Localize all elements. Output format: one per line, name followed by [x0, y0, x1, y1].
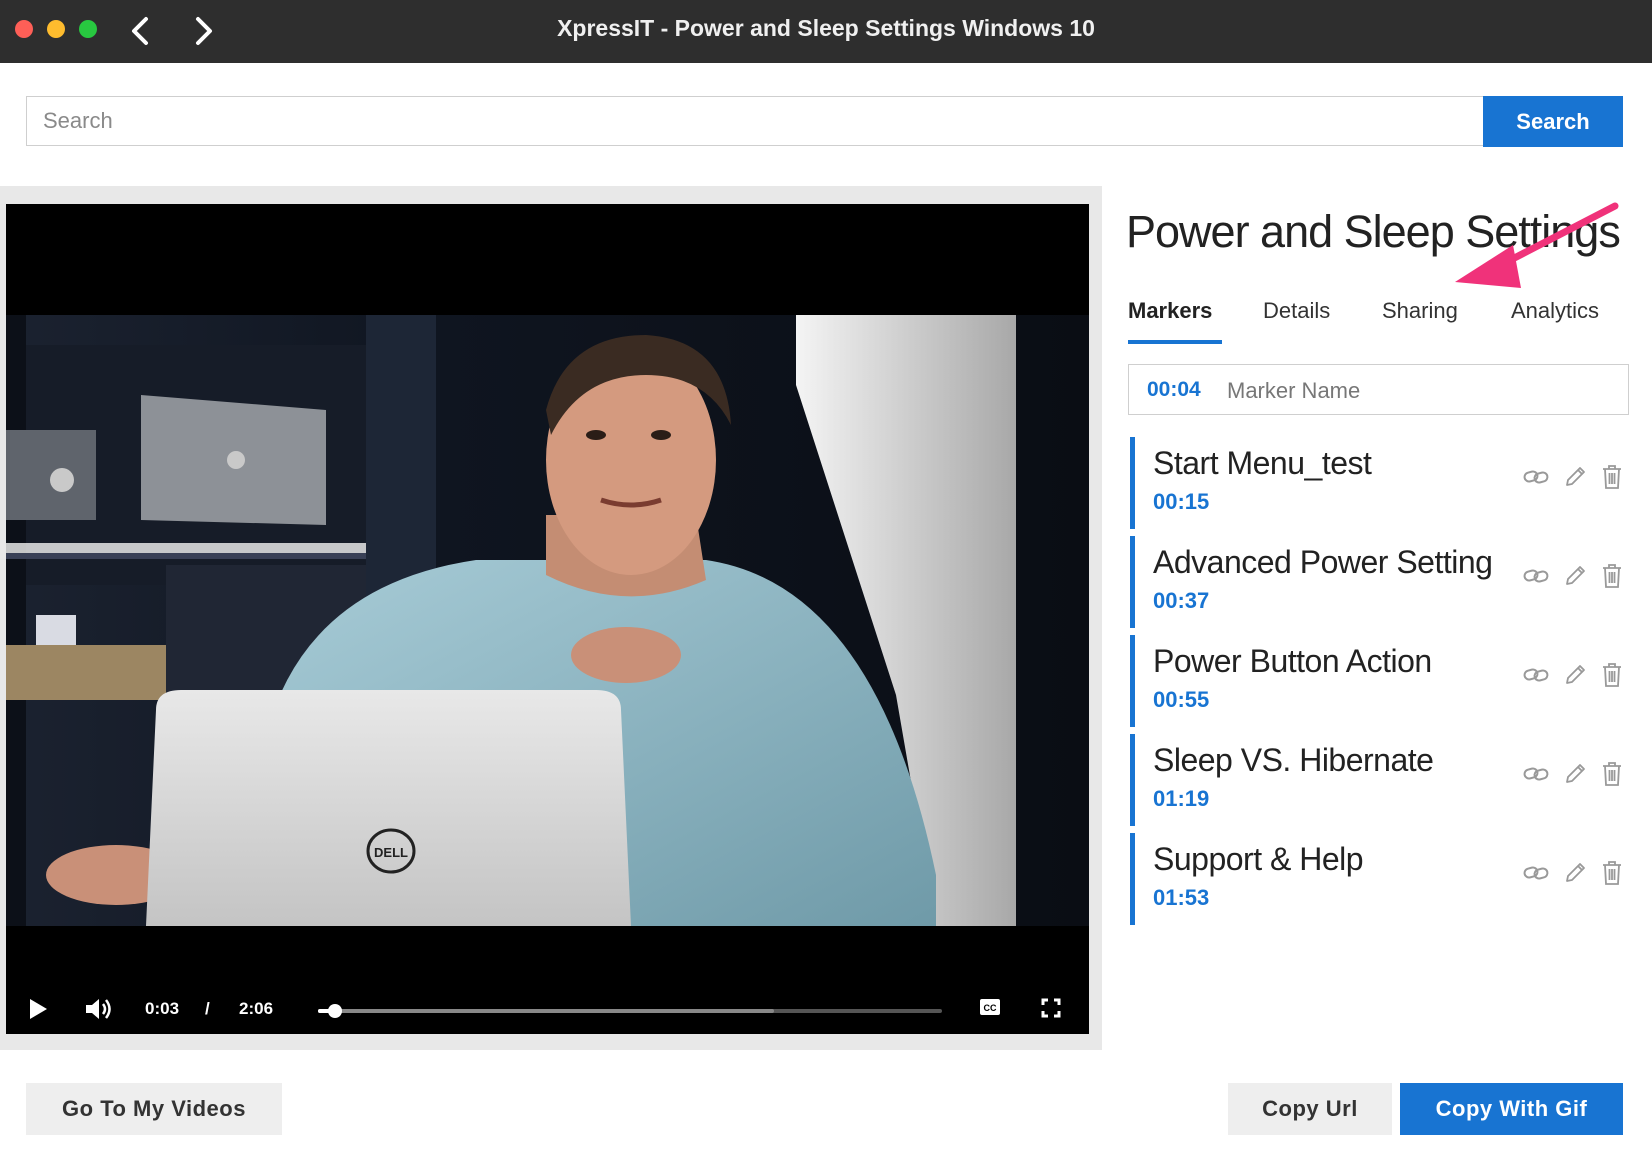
zoom-window-button[interactable]: [79, 20, 97, 38]
tab-sharing[interactable]: Sharing: [1382, 298, 1458, 324]
forward-button[interactable]: [186, 13, 222, 49]
window-titlebar: XpressIT - Power and Sleep Settings Wind…: [0, 0, 1652, 63]
tab-markers[interactable]: Markers: [1128, 298, 1212, 324]
link-icon: [1523, 569, 1549, 583]
marker-delete-button[interactable]: [1598, 562, 1626, 590]
marker-item[interactable]: Start Menu_test 00:15: [1130, 437, 1635, 529]
video-player[interactable]: DELL: [6, 204, 1089, 985]
duration: 2:06: [239, 999, 274, 1018]
marker-name: Start Menu_test: [1153, 445, 1372, 481]
marker-name: Support & Help: [1153, 841, 1364, 877]
marker-link-button[interactable]: [1522, 661, 1550, 689]
trash-icon: [1603, 762, 1621, 786]
marker-edit-button[interactable]: [1561, 859, 1589, 887]
trash-icon: [1603, 465, 1621, 489]
marker-time: 01:19: [1153, 786, 1210, 811]
volume-icon: [86, 999, 111, 1019]
link-icon: [1523, 668, 1549, 682]
fullscreen-button[interactable]: [1041, 998, 1061, 1023]
marker-name-input[interactable]: [1225, 373, 1619, 409]
buffered-bar: [318, 1009, 774, 1013]
marker-name: Power Button Action: [1153, 643, 1432, 679]
marker-link-button[interactable]: [1522, 859, 1550, 887]
link-icon: [1523, 866, 1549, 880]
close-window-button[interactable]: [15, 20, 33, 38]
marker-time: 01:53: [1153, 885, 1210, 910]
marker-delete-button[interactable]: [1598, 859, 1626, 887]
play-icon: [30, 999, 47, 1019]
search-button[interactable]: Search: [1483, 96, 1623, 147]
volume-button[interactable]: [84, 996, 114, 1027]
copy-url-button[interactable]: Copy Url: [1228, 1083, 1392, 1135]
seek-bar[interactable]: [318, 1004, 942, 1018]
marker-edit-button[interactable]: [1561, 562, 1589, 590]
pencil-icon: [1566, 566, 1585, 585]
play-button[interactable]: [28, 998, 48, 1025]
annotation-arrow-icon: [1455, 202, 1619, 288]
marker-time: 00:37: [1153, 588, 1210, 613]
window-title: XpressIT - Power and Sleep Settings Wind…: [557, 15, 1095, 41]
go-to-my-videos-button[interactable]: Go To My Videos: [26, 1083, 282, 1135]
laptop-logo-text: DELL: [374, 845, 408, 860]
marker-item[interactable]: Power Button Action 00:55: [1130, 635, 1635, 727]
trash-icon: [1603, 663, 1621, 687]
marker-time: 00:55: [1153, 687, 1210, 712]
time-separator: /: [205, 999, 210, 1018]
pencil-icon: [1566, 863, 1585, 882]
marker-edit-button[interactable]: [1561, 463, 1589, 491]
marker-link-button[interactable]: [1522, 463, 1550, 491]
search-input[interactable]: [26, 96, 1483, 146]
new-marker-time: 00:04: [1147, 378, 1201, 401]
current-time: 0:03: [145, 999, 180, 1018]
marker-delete-button[interactable]: [1598, 661, 1626, 689]
marker-link-button[interactable]: [1522, 760, 1550, 788]
marker-edit-button[interactable]: [1561, 760, 1589, 788]
marker-delete-button[interactable]: [1598, 463, 1626, 491]
marker-delete-button[interactable]: [1598, 760, 1626, 788]
new-marker-box: 00:04: [1128, 364, 1629, 415]
fullscreen-icon: [1041, 998, 1061, 1018]
captions-button[interactable]: CC: [979, 998, 1001, 1021]
marker-time: 00:15: [1153, 489, 1210, 514]
video-frame-image: DELL: [6, 315, 1089, 926]
trash-icon: [1603, 564, 1621, 588]
link-icon: [1523, 767, 1549, 781]
chevron-left-icon: [132, 17, 148, 45]
link-icon: [1523, 470, 1549, 484]
pencil-icon: [1566, 764, 1585, 783]
marker-item[interactable]: Advanced Power Setting 00:37: [1130, 536, 1635, 628]
marker-item[interactable]: Support & Help 01:53: [1130, 833, 1635, 925]
chevron-right-icon: [196, 17, 212, 45]
active-tab-indicator: [1128, 340, 1222, 344]
marker-link-button[interactable]: [1522, 562, 1550, 590]
svg-text:CC: CC: [984, 1003, 997, 1013]
marker-name: Advanced Power Setting: [1153, 544, 1493, 580]
back-button[interactable]: [122, 13, 158, 49]
marker-edit-button[interactable]: [1561, 661, 1589, 689]
closed-captions-icon: CC: [980, 999, 1000, 1015]
marker-name: Sleep VS. Hibernate: [1153, 742, 1434, 778]
pencil-icon: [1566, 467, 1585, 486]
pencil-icon: [1566, 665, 1585, 684]
minimize-window-button[interactable]: [47, 20, 65, 38]
seek-handle[interactable]: [327, 1004, 342, 1018]
tab-analytics[interactable]: Analytics: [1511, 298, 1599, 324]
copy-with-gif-button[interactable]: Copy With Gif: [1400, 1083, 1623, 1135]
trash-icon: [1603, 861, 1621, 885]
tab-details[interactable]: Details: [1263, 298, 1330, 324]
marker-item[interactable]: Sleep VS. Hibernate 01:19: [1130, 734, 1635, 826]
